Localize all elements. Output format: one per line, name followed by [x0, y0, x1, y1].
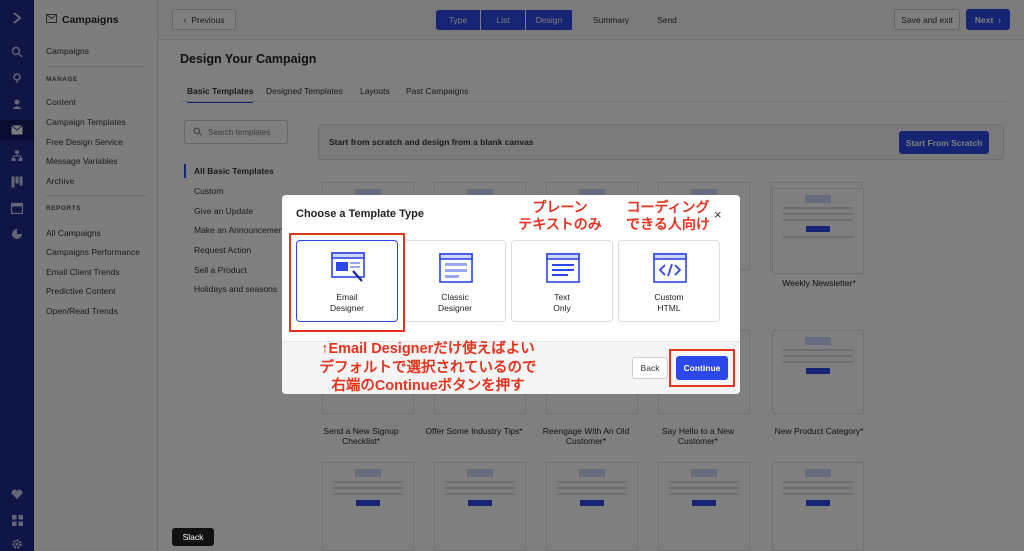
app-root: Campaigns Campaigns MANAGE Content Campa…	[0, 0, 1024, 551]
annotation-coding: コーディング できる人向け	[626, 199, 710, 232]
back-button[interactable]: Back	[632, 357, 668, 379]
text-only-icon	[546, 253, 580, 283]
annotation-instruction: ↑Email Designerだけ使えばよい デフォルトで選択されているので 右端の…	[319, 341, 537, 394]
annotation-highlight-continue	[669, 349, 735, 387]
template-type-text-only[interactable]: Text Only	[511, 240, 613, 322]
slack-tooltip: Slack	[172, 528, 214, 546]
template-type-classic-designer[interactable]: Classic Designer	[404, 240, 506, 322]
template-type-custom-html[interactable]: Custom HTML	[618, 240, 720, 322]
modal-title: Choose a Template Type	[296, 208, 424, 220]
annotation-highlight-email-designer	[289, 233, 405, 332]
annotation-plain-text: プレーン テキストのみ	[518, 199, 602, 232]
code-brackets-icon	[653, 253, 687, 283]
classic-designer-icon	[439, 253, 473, 283]
